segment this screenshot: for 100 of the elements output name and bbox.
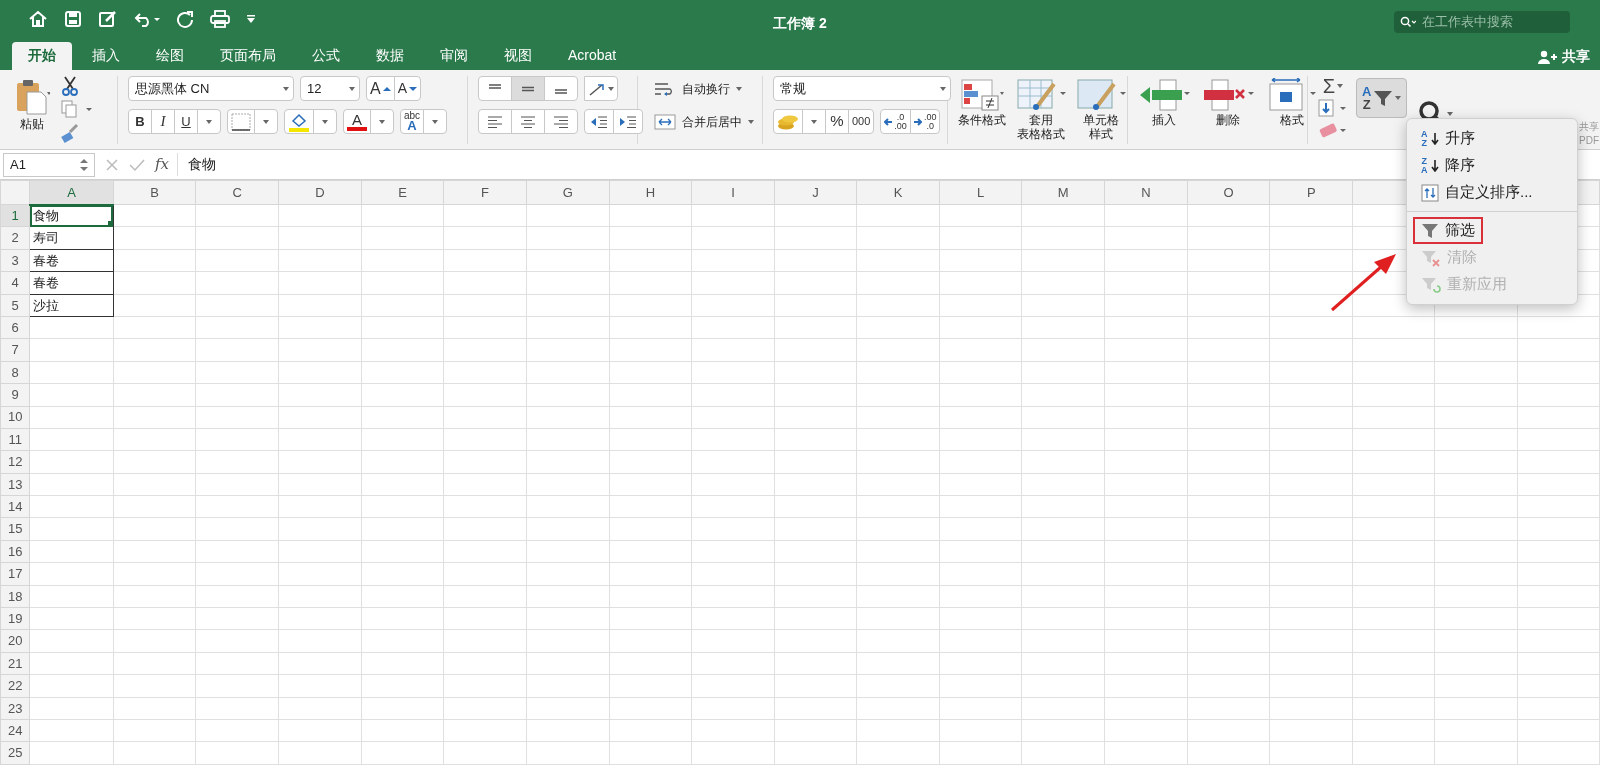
- fill-color-button[interactable]: [284, 109, 314, 134]
- font-color-button[interactable]: A: [343, 109, 371, 134]
- ribbon-tab[interactable]: Acrobat: [552, 42, 633, 70]
- increase-indent-button[interactable]: [613, 109, 643, 134]
- column-header[interactable]: D: [278, 180, 362, 205]
- search-field[interactable]: 在工作表中搜索: [1394, 11, 1570, 33]
- font-color-dropdown[interactable]: [370, 109, 394, 134]
- search-input[interactable]: 在工作表中搜索: [1420, 11, 1560, 33]
- column-header[interactable]: B: [113, 180, 196, 205]
- fill-down-icon[interactable]: [1318, 99, 1348, 118]
- fill-handle[interactable]: [107, 221, 113, 226]
- row-header[interactable]: 4: [0, 271, 30, 295]
- row-header[interactable]: 3: [0, 249, 30, 272]
- row-header[interactable]: 2: [0, 226, 30, 250]
- wrap-text-button[interactable]: 自动换行: [648, 76, 760, 101]
- column-header[interactable]: E: [361, 180, 444, 205]
- redo-icon[interactable]: [176, 10, 194, 28]
- row-header[interactable]: 12: [0, 450, 30, 474]
- align-left-button[interactable]: [478, 109, 512, 134]
- ribbon-tab[interactable]: 审阅: [424, 42, 484, 70]
- bold-button[interactable]: B: [128, 109, 152, 134]
- number-format-dropdown[interactable]: 常规: [773, 76, 951, 101]
- font-size-dropdown[interactable]: 12: [300, 76, 360, 101]
- row-header[interactable]: 10: [0, 406, 30, 429]
- row-header[interactable]: 19: [0, 607, 30, 630]
- column-header[interactable]: C: [195, 180, 279, 205]
- insert-function-button[interactable]: fx: [155, 153, 178, 176]
- scissors-icon[interactable]: [60, 76, 80, 96]
- row-header[interactable]: 18: [0, 585, 30, 608]
- menu-item[interactable]: Z A 降序: [1413, 152, 1483, 179]
- format-painter-icon[interactable]: [60, 122, 80, 143]
- column-header[interactable]: J: [774, 180, 857, 205]
- row-header[interactable]: 15: [0, 517, 30, 541]
- row-header[interactable]: 14: [0, 495, 30, 518]
- ribbon-tab[interactable]: 数据: [360, 42, 420, 70]
- ribbon-tab[interactable]: 页面布局: [204, 42, 292, 70]
- italic-button[interactable]: I: [151, 109, 175, 134]
- table-cell[interactable]: 寿司: [29, 226, 114, 250]
- save-icon[interactable]: [64, 10, 82, 28]
- column-header[interactable]: K: [856, 180, 940, 205]
- formula-content[interactable]: 食物: [188, 154, 216, 175]
- menu-item[interactable]: 自定义排序...: [1413, 179, 1541, 206]
- column-header[interactable]: F: [443, 180, 527, 205]
- comma-style-button[interactable]: 000: [848, 109, 875, 134]
- row-header[interactable]: 7: [0, 338, 30, 362]
- column-header[interactable]: N: [1104, 180, 1188, 205]
- orientation-button[interactable]: [584, 76, 618, 101]
- font-name-dropdown[interactable]: 思源黑体 CN: [128, 76, 294, 101]
- table-cell[interactable]: 食物: [29, 204, 114, 227]
- sort-filter-button[interactable]: A Z: [1356, 78, 1408, 118]
- column-header[interactable]: A: [29, 180, 114, 205]
- undo-icon[interactable]: [134, 10, 160, 28]
- row-header[interactable]: 23: [0, 697, 30, 720]
- row-header[interactable]: 24: [0, 719, 30, 742]
- row-header[interactable]: 1: [0, 204, 30, 227]
- row-header[interactable]: 16: [0, 540, 30, 563]
- column-header[interactable]: L: [939, 180, 1022, 205]
- conditional-formatting-button[interactable]: 条件格式: [954, 76, 1010, 144]
- increase-decimal-button[interactable]: .0 .00: [880, 109, 911, 134]
- cell-styles-button[interactable]: 单元格 样式: [1072, 76, 1130, 144]
- name-box[interactable]: A1: [3, 152, 95, 177]
- share-button[interactable]: 共享: [1538, 46, 1590, 67]
- merge-center-button[interactable]: 合并后居中: [648, 109, 760, 134]
- underline-button[interactable]: U: [174, 109, 198, 134]
- home-icon[interactable]: [28, 10, 48, 28]
- align-top-button[interactable]: [478, 76, 512, 101]
- row-header[interactable]: 22: [0, 674, 30, 698]
- row-header[interactable]: 6: [0, 316, 30, 339]
- decrease-indent-button[interactable]: [584, 109, 614, 134]
- row-header[interactable]: 13: [0, 473, 30, 496]
- print-icon[interactable]: [210, 10, 230, 28]
- row-header[interactable]: 9: [0, 383, 30, 406]
- increase-font-button[interactable]: A: [366, 76, 395, 101]
- ribbon-tab[interactable]: 视图: [488, 42, 548, 70]
- column-header[interactable]: P: [1269, 180, 1353, 205]
- fill-color-dropdown[interactable]: [313, 109, 337, 134]
- column-header[interactable]: M: [1021, 180, 1105, 205]
- delete-cells-button[interactable]: 删除: [1198, 76, 1258, 144]
- decrease-decimal-button[interactable]: .00 .0: [909, 109, 941, 134]
- customize-icon[interactable]: [246, 14, 256, 24]
- ribbon-tab[interactable]: 开始: [12, 42, 72, 70]
- row-header[interactable]: 8: [0, 361, 30, 384]
- row-header[interactable]: 17: [0, 562, 30, 586]
- align-bottom-button[interactable]: [544, 76, 578, 101]
- menu-item[interactable]: 筛选: [1413, 217, 1483, 244]
- align-right-button[interactable]: [544, 109, 578, 134]
- row-header[interactable]: 11: [0, 428, 30, 451]
- column-header[interactable]: G: [526, 180, 610, 205]
- borders-button[interactable]: [227, 109, 255, 134]
- ribbon-tab[interactable]: 插入: [76, 42, 136, 70]
- column-header[interactable]: I: [691, 180, 775, 205]
- align-middle-button[interactable]: [511, 76, 545, 101]
- ribbon-tab[interactable]: 绘图: [140, 42, 200, 70]
- column-header[interactable]: O: [1187, 180, 1270, 205]
- menu-item[interactable]: A Z 升序: [1413, 125, 1483, 152]
- table-cell[interactable]: 春卷: [29, 271, 114, 295]
- table-cell[interactable]: 沙拉: [29, 294, 114, 317]
- row-header[interactable]: 25: [0, 741, 30, 765]
- ribbon-tab[interactable]: 公式: [296, 42, 356, 70]
- format-as-table-button[interactable]: 套用 表格格式: [1012, 76, 1070, 144]
